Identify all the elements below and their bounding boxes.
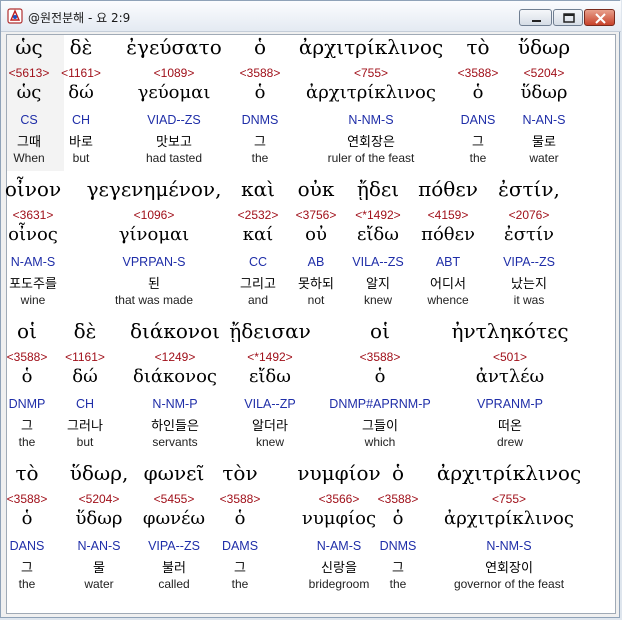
maximize-button[interactable] [553, 9, 583, 26]
parse-code: N-AN-S [522, 113, 566, 127]
korean-gloss: 물로 [532, 135, 556, 150]
minimize-button[interactable] [519, 9, 552, 26]
english-gloss: governor of the feast [453, 577, 565, 591]
maximize-icon [563, 13, 575, 23]
parse-code: VIPA--ZS [503, 255, 555, 269]
english-gloss: it was [513, 293, 545, 307]
window-title: @원전분해 - 요 2:9 [28, 11, 131, 25]
english-gloss: drew [496, 435, 523, 449]
greek-word: ὕδωρ [517, 35, 571, 59]
lemma: ὕδωρ [520, 82, 568, 103]
greek-word: ἐστίν, [498, 177, 560, 201]
close-icon [595, 13, 606, 24]
strong-number[interactable]: <2076> [449, 208, 609, 222]
title-bar[interactable]: @원전분해 - 요 2:9 [1, 1, 621, 32]
korean-gloss: 났는지 [511, 277, 547, 292]
greek-word: ἠντληκότες [451, 319, 569, 343]
korean-gloss: 연회장이 [485, 561, 533, 576]
app-window: @원전분해 - 요 2:9 ὡς <5613> ὡς CS 그때 When δὲ <1161>… [0, 0, 621, 618]
english-gloss: water [529, 151, 559, 165]
strong-number[interactable]: <501> [430, 350, 590, 364]
lemma: ἀντλέω [475, 366, 545, 387]
strong-number[interactable]: <5204> [464, 66, 622, 80]
lemma: ἀρχιτρίκλινος [444, 508, 574, 529]
minimize-icon [532, 20, 541, 22]
strong-number[interactable]: <755> [429, 492, 589, 506]
greek-word: ἀρχιτρίκλινος [436, 461, 582, 485]
close-button[interactable] [584, 9, 615, 26]
interlinear-panel[interactable]: ὡς <5613> ὡς CS 그때 When δὲ <1161> δώ CH 바로 but ἐγεύσ… [5, 34, 616, 614]
parse-code: N-NM-S [486, 539, 532, 553]
lemma: ἐστίν [504, 224, 554, 245]
app-logo-icon [7, 8, 23, 24]
korean-gloss: 떠온 [498, 419, 522, 434]
parse-code: VPRANM-P [477, 397, 543, 411]
